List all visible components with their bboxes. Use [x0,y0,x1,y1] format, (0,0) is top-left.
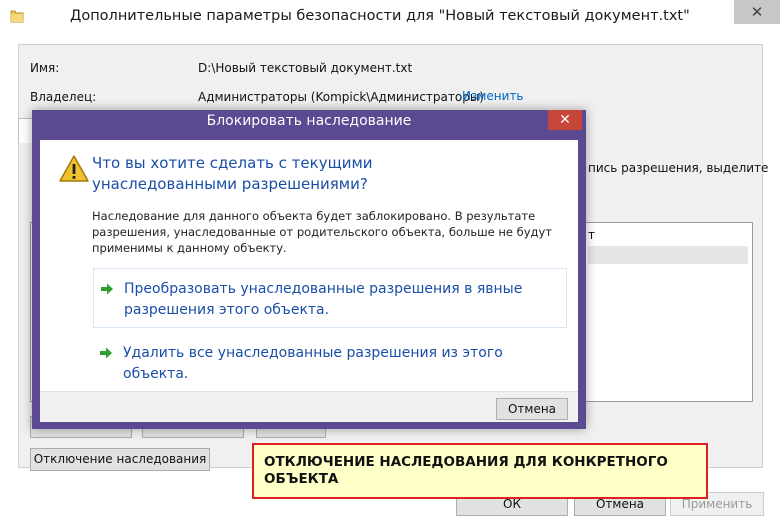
partial-column-header: т [588,228,595,242]
convert-inherited-option[interactable]: Преобразовать унаследованные разрешения … [93,268,567,328]
remove-inherited-option[interactable]: Удалить все унаследованные разрешения из… [93,336,567,382]
block-inheritance-dialog: Блокировать наследование ✕ Что вы хотите… [32,110,586,429]
dialog-body: Что вы хотите сделать с текущими унаслед… [40,140,578,391]
owner-value: Администраторы (Kompick\Администраторы) [198,90,484,104]
dialog-close-button[interactable]: ✕ [548,110,582,130]
folder-icon [10,8,24,24]
green-arrow-icon [100,281,114,295]
name-value: D:\Новый текстовый документ.txt [198,61,413,75]
name-label: Имя: [30,61,60,75]
convert-option-label: Преобразовать унаследованные разрешения … [124,281,523,318]
main-titlebar: Дополнительные параметры безопасности дл… [0,0,781,34]
remove-option-label: Удалить все унаследованные разрешения из… [123,345,503,382]
dialog-footer: Отмена [40,391,578,422]
owner-label: Владелец: [30,90,97,104]
dialog-heading: Что вы хотите сделать с текущими унаслед… [92,154,373,193]
dialog-message: Наследование для данного объекта будет з… [92,209,552,255]
change-owner-link[interactable]: Изменить [462,89,524,103]
selected-entry-row[interactable] [588,246,748,264]
dialog-cancel-button[interactable]: Отмена [496,398,568,420]
partial-instruction-text: пись разрешения, выделите [588,161,769,175]
window-close-button[interactable]: ✕ [734,0,780,24]
green-arrow-icon [99,345,113,359]
window-title: Дополнительные параметры безопасности дл… [70,8,690,24]
annotation-callout: ОТКЛЮЧЕНИЕ НАСЛЕДОВАНИЯ ДЛЯ КОНКРЕТНОГО … [252,443,708,499]
dialog-title: Блокировать наследование [206,113,412,129]
warning-icon [58,154,90,184]
disable-inheritance-button[interactable]: Отключение наследования [30,448,210,471]
